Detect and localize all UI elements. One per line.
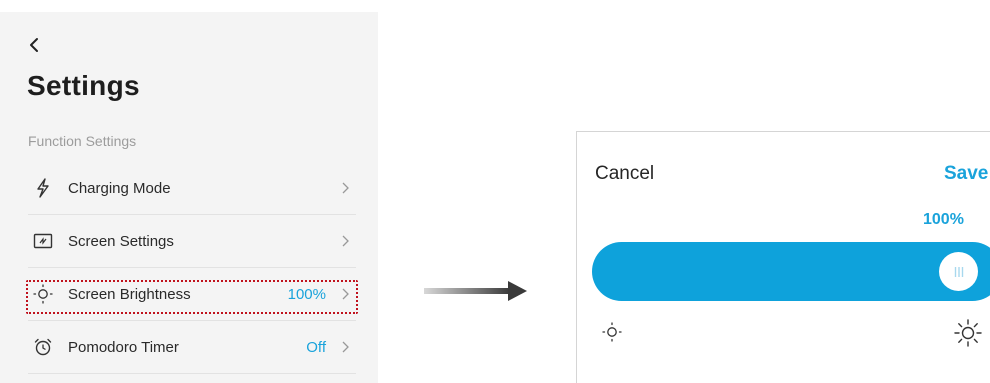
settings-item-screen-settings[interactable]: Screen Settings — [28, 215, 356, 267]
settings-item-label: Charging Mode — [68, 179, 171, 197]
settings-item-label: Pomodoro Timer — [68, 338, 179, 356]
pomodoro-value: Off — [306, 338, 326, 356]
brightness-slider[interactable] — [592, 242, 990, 301]
alarm-clock-icon — [32, 336, 54, 358]
grip-icon — [954, 266, 963, 277]
brightness-value-label: 100% — [923, 211, 964, 228]
sun-low-icon — [602, 322, 622, 342]
chevron-right-icon — [342, 235, 349, 247]
back-button[interactable] — [26, 36, 44, 54]
sun-high-icon — [954, 319, 982, 347]
settings-item-label: Screen Settings — [68, 232, 174, 250]
slider-thumb[interactable] — [939, 252, 978, 291]
settings-item-pomodoro-timer[interactable]: Pomodoro Timer Off — [28, 321, 356, 373]
settings-item-charging-mode[interactable]: Charging Mode — [28, 162, 356, 214]
save-button[interactable]: Save — [944, 163, 988, 185]
page-title: Settings — [27, 70, 140, 101]
cancel-button[interactable]: Cancel — [595, 163, 654, 185]
chevron-left-icon — [30, 38, 38, 52]
brightness-dialog: Cancel Save 100% — [576, 131, 990, 383]
chevron-right-icon — [342, 182, 349, 194]
highlight-box — [26, 280, 358, 314]
settings-panel: Settings Function Settings Charging Mode… — [0, 12, 378, 383]
screen-icon — [32, 230, 54, 252]
section-title: Function Settings — [28, 133, 137, 149]
chevron-right-icon — [342, 341, 349, 353]
lightning-icon — [32, 177, 54, 199]
divider — [28, 373, 356, 374]
arrow-right-icon — [424, 281, 527, 301]
